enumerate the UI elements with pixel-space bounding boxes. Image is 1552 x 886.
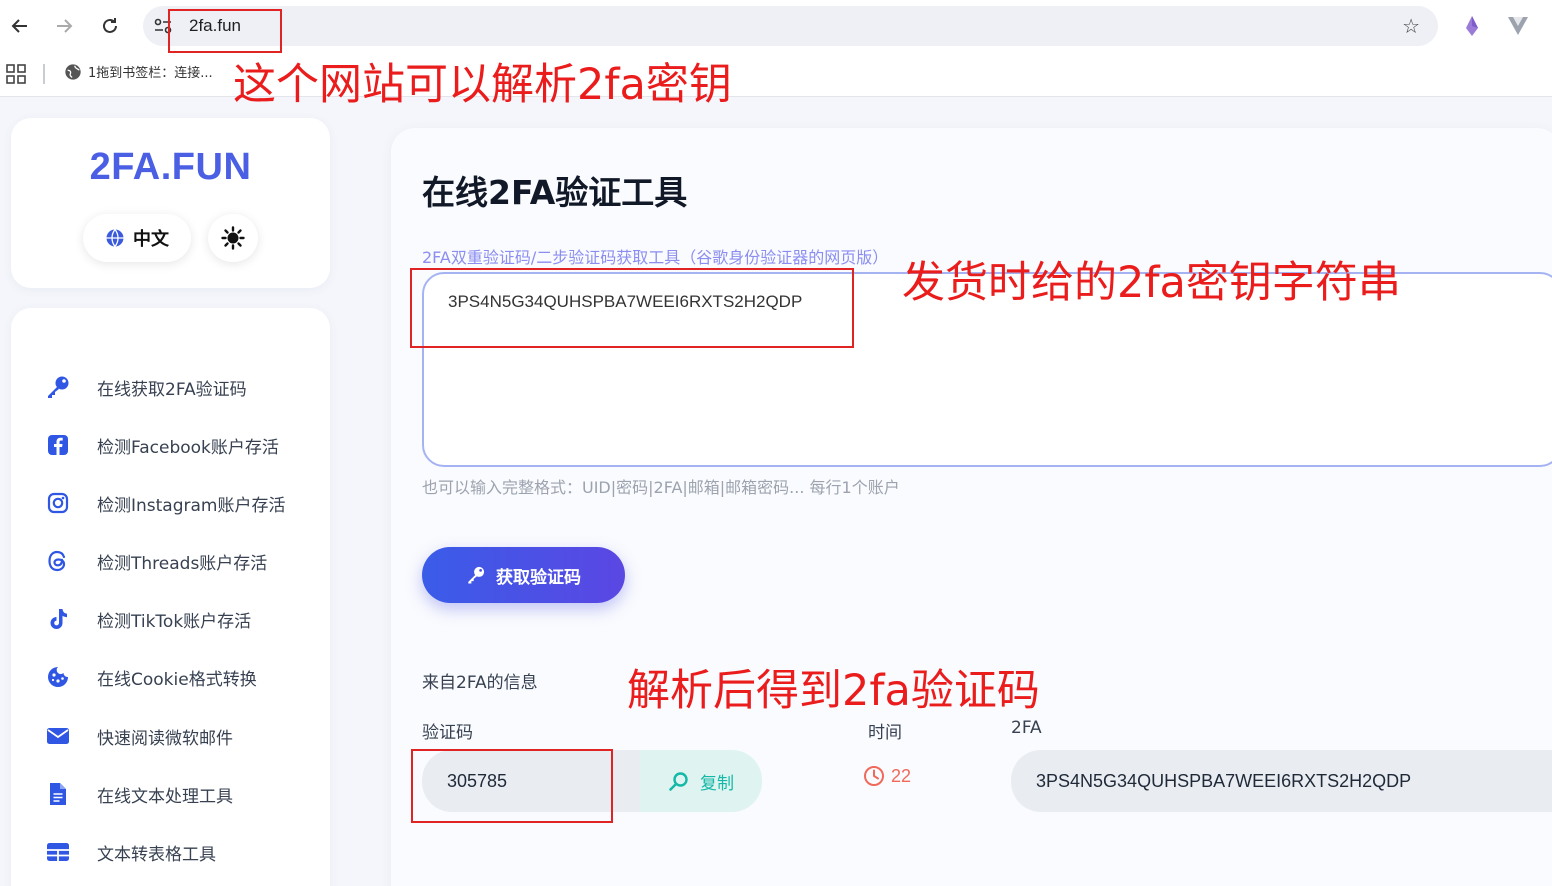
- sidebar-item-instagram[interactable]: 检测Instagram账户存活: [45, 483, 286, 523]
- annotation-text-site: 这个网站可以解析2fa密钥: [233, 60, 732, 110]
- sidebar-item-label: 快速阅读微软邮件: [97, 728, 233, 749]
- sidebar-item-label: 检测Instagram账户存活: [97, 495, 286, 516]
- sun-icon: [221, 226, 245, 250]
- countdown-value: 22: [891, 765, 912, 786]
- globe-icon: [106, 229, 124, 247]
- result-section-title: 来自2FA的信息: [422, 673, 538, 693]
- copy-label: 复制: [700, 773, 734, 794]
- back-arrow-icon[interactable]: [6, 12, 34, 40]
- extension-icon[interactable]: [1460, 14, 1484, 38]
- annotation-text-secret: 发货时给的2fa密钥字符串: [902, 258, 1401, 308]
- facebook-icon: [48, 435, 68, 455]
- annotation-box-url: [168, 9, 282, 53]
- secret-key-value[interactable]: 3PS4N5G34QUHSPBA7WEEI6RXTS2H2QDP: [1011, 750, 1552, 812]
- vue-devtools-icon[interactable]: [1506, 14, 1530, 38]
- sidebar-item-2fa[interactable]: 在线获取2FA验证码: [45, 367, 247, 407]
- language-label: 中文: [133, 229, 169, 250]
- sidebar-menu: 在线获取2FA验证码 检测Facebook账户存活 检测Instagram账户存…: [11, 308, 330, 886]
- bookmark-star-icon[interactable]: ☆: [1402, 14, 1420, 38]
- bookmark-label: 1拖到书签栏：连接...: [88, 66, 213, 81]
- tiktok-icon: [50, 609, 67, 629]
- apps-grid-icon[interactable]: [6, 64, 26, 84]
- key-icon: [468, 566, 485, 584]
- address-bar[interactable]: 2fa.fun ☆: [143, 6, 1438, 46]
- sidebar-item-label: 检测Facebook账户存活: [97, 437, 279, 458]
- file-icon: [50, 783, 66, 805]
- countdown-timer: 22: [863, 765, 911, 787]
- globe-icon: [65, 63, 81, 80]
- threads-icon: [48, 550, 66, 572]
- instagram-icon: [47, 492, 69, 514]
- annotation-text-code: 解析后得到2fa验证码: [627, 666, 1040, 716]
- search-icon: [669, 772, 688, 791]
- get-code-label: 获取验证码: [496, 567, 581, 588]
- cookie-icon: [48, 667, 68, 687]
- language-button[interactable]: 中文: [83, 214, 191, 262]
- page-subtitle: 2FA双重验证码/二步验证码获取工具（谷歌身份验证器的网页版）: [422, 248, 889, 267]
- sidebar-item-threads[interactable]: 检测Threads账户存活: [45, 541, 267, 581]
- sidebar-item-cookie[interactable]: 在线Cookie格式转换: [45, 657, 257, 697]
- clock-icon: [864, 766, 884, 786]
- key-icon: [48, 376, 69, 398]
- logo-card: 2FA.FUN 中文: [11, 118, 330, 288]
- key-column-label: 2FA: [1011, 718, 1042, 738]
- reload-icon[interactable]: [96, 12, 124, 40]
- get-code-button[interactable]: 获取验证码: [422, 547, 625, 603]
- theme-toggle-button[interactable]: [208, 214, 258, 262]
- table-icon: [47, 843, 69, 861]
- sidebar-item-label: 检测Threads账户存活: [97, 553, 268, 574]
- site-logo[interactable]: 2FA.FUN: [11, 146, 330, 189]
- input-hint: 也可以输入完整格式：UID|密码|2FA|邮箱|邮箱密码... 每行1个账户: [422, 478, 900, 497]
- sidebar-item-label: 检测TikTok账户存活: [97, 611, 252, 632]
- code-column-label: 验证码: [422, 723, 473, 743]
- annotation-box-code: [411, 749, 613, 823]
- bookmark-divider: [43, 64, 45, 84]
- sidebar-item-text-tool[interactable]: 在线文本处理工具: [45, 774, 233, 814]
- page-title: 在线2FA验证工具: [422, 173, 688, 212]
- bookmark-item[interactable]: 1拖到书签栏：连接...: [64, 62, 213, 81]
- envelope-icon: [47, 728, 69, 744]
- sidebar-item-label: 在线文本处理工具: [97, 786, 233, 807]
- sidebar-item-tiktok[interactable]: 检测TikTok账户存活: [45, 599, 251, 639]
- sidebar-item-mail[interactable]: 快速阅读微软邮件: [45, 716, 233, 756]
- sidebar-item-table-tool[interactable]: 文本转表格工具: [45, 832, 216, 872]
- sidebar-item-label: 文本转表格工具: [97, 844, 216, 865]
- annotation-box-secret: [410, 268, 854, 348]
- forward-arrow-icon[interactable]: [50, 12, 78, 40]
- time-column-label: 时间: [868, 723, 902, 743]
- copy-button[interactable]: 复制: [640, 750, 762, 812]
- sidebar-item-label: 在线获取2FA验证码: [97, 379, 247, 400]
- sidebar-item-facebook[interactable]: 检测Facebook账户存活: [45, 425, 279, 465]
- sidebar-item-label: 在线Cookie格式转换: [97, 669, 257, 690]
